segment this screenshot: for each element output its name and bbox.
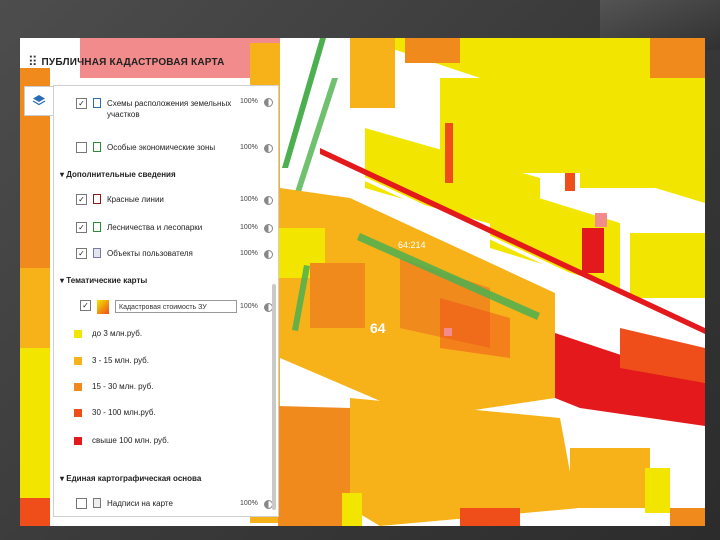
section-title: Тематические карты [66,276,148,285]
checkbox[interactable]: ✓ [76,98,87,109]
parcel[interactable] [20,268,50,348]
checkbox[interactable]: ✓ [80,300,91,311]
layer-label: Надписи на карте [107,499,173,508]
layer-opacity-value: 100% [240,303,258,310]
layer-label: Объекты пользователя [107,249,193,258]
map-labels-icon [93,498,101,508]
checkbox[interactable] [76,142,87,153]
section-title: Дополнительные сведения [66,170,176,179]
legend-item: 3 - 15 млн. руб. [74,356,149,365]
section-thematic-maps[interactable]: ▾ Тематические карты [60,276,147,285]
layer-symbol-icon [93,142,101,152]
legend-item: свыше 100 млн. руб. [74,436,169,445]
layer-row-user-objects[interactable]: ✓ Объекты пользователя [54,248,237,259]
layer-symbol-icon [93,222,101,232]
checkbox[interactable]: ✓ [76,222,87,233]
layer-row-red-lines[interactable]: ✓ Красные линии [54,194,237,205]
parcel[interactable] [310,263,365,328]
parcel[interactable] [460,508,520,526]
opacity-icon[interactable] [264,250,273,259]
legend-swatch [74,382,82,391]
thematic-map-row[interactable]: ✓ Кадастровая стоимость ЗУ [54,300,247,314]
parcel[interactable] [444,328,452,336]
parcel[interactable] [405,38,460,63]
layer-row-map-labels[interactable]: Надписи на карте [54,498,237,509]
parcel[interactable] [595,213,607,227]
layer-opacity-value: 100% [240,98,258,105]
layers-toggle-button[interactable] [24,86,54,116]
map-screenshot: 64 64:214 ⠿ ПУБЛИЧНАЯ КАДАСТРОВАЯ КАРТА … [20,38,705,526]
parcel[interactable] [278,406,350,526]
layer-opacity-value: 100% [240,224,258,231]
legend-label: 30 - 100 млн.руб. [92,408,156,417]
layer-label: Схемы расположения земельных участков [107,99,232,119]
quarter-number-label: 64 [370,320,386,336]
thematic-map-select[interactable]: Кадастровая стоимость ЗУ [115,300,237,313]
parcel[interactable] [565,173,575,191]
checkbox[interactable]: ✓ [76,248,87,259]
parcel[interactable] [20,348,50,498]
checkbox[interactable] [76,498,87,509]
layer-symbol-icon [93,194,101,204]
opacity-icon[interactable] [264,144,273,153]
layers-icon [32,95,46,106]
parcel[interactable] [582,228,604,273]
panel-scrollbar[interactable] [272,284,276,510]
app-title: ПУБЛИЧНАЯ КАДАСТРОВАЯ КАРТА [41,56,225,68]
legend-swatch [74,329,82,338]
parcel[interactable] [670,508,705,526]
section-base-map[interactable]: ▾ Единая картографическая основа [60,474,201,483]
layer-label: Особые экономические зоны [107,143,216,152]
parcel[interactable] [350,398,580,526]
layer-opacity-value: 100% [240,196,258,203]
legend-label: свыше 100 млн. руб. [92,436,169,445]
parcel[interactable] [20,498,50,526]
opacity-icon[interactable] [264,196,273,205]
layer-row-economic-zones[interactable]: Особые экономические зоны [54,142,237,153]
opacity-icon[interactable] [264,224,273,233]
section-title: Единая картографическая основа [66,474,202,483]
layer-label: Лесничества и лесопарки [107,223,203,232]
layers-panel: ✓ Схемы расположения земельных участков … [53,85,279,517]
checkbox[interactable]: ✓ [76,194,87,205]
parcel[interactable] [645,468,670,513]
layer-row-schemes[interactable]: ✓ Схемы расположения земельных участков [54,98,237,120]
user-objects-icon [93,248,101,258]
layer-opacity-value: 100% [240,250,258,257]
thematic-map-icon [97,300,109,314]
legend-item: 15 - 30 млн. руб. [74,382,153,391]
section-additional-info[interactable]: ▾ Дополнительные сведения [60,170,176,179]
parcel[interactable] [580,108,705,188]
parcel[interactable] [630,233,705,298]
legend-label: 3 - 15 млн. руб. [92,356,149,365]
layer-symbol-icon [93,98,101,108]
layer-opacity-value: 100% [240,500,258,507]
parcel[interactable] [570,448,650,508]
parcel-number-label: 64:214 [398,240,426,250]
legend-label: 15 - 30 млн. руб. [92,382,154,391]
legend-swatch [74,408,82,417]
legend-item: до 3 млн.руб. [74,329,142,338]
layer-label: Красные линии [107,195,164,204]
app-logo-icon: ⠿ [28,54,38,69]
layer-opacity-value: 100% [240,144,258,151]
legend-item: 30 - 100 млн.руб. [74,408,156,417]
app-header: ⠿ ПУБЛИЧНАЯ КАДАСТРОВАЯ КАРТА [20,52,250,72]
opacity-icon[interactable] [264,98,273,107]
layer-row-forestry[interactable]: ✓ Лесничества и лесопарки [54,222,237,233]
parcel[interactable] [650,38,705,78]
parcel[interactable] [445,123,453,183]
legend-label: до 3 млн.руб. [92,329,143,338]
parcel[interactable] [342,493,362,526]
legend-swatch [74,436,82,445]
parcel[interactable] [350,38,395,108]
legend-swatch [74,356,82,365]
